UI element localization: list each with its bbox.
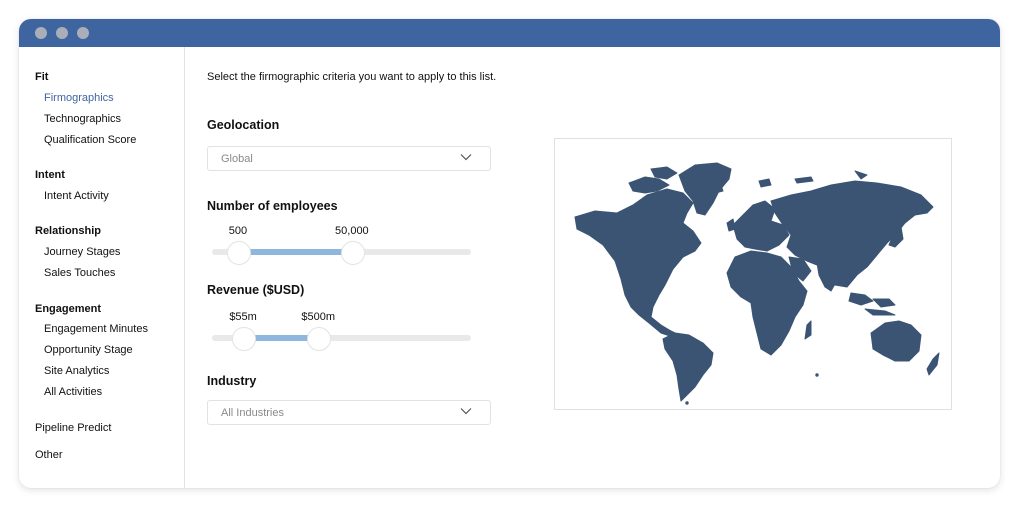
industry-select[interactable]: All Industries [207, 400, 491, 425]
world-map [574, 162, 940, 405]
app-window: Fit Firmographics Technographics Qualifi… [19, 19, 1000, 488]
geolocation-select[interactable]: Global [207, 146, 491, 171]
employees-max-label: 50,000 [335, 225, 369, 237]
title-bar [19, 19, 1000, 47]
southeast-asia-islands-shape [848, 292, 896, 316]
sidebar-item-site-analytics[interactable]: Site Analytics [44, 365, 109, 377]
sidebar-item-pipeline-predict[interactable]: Pipeline Predict [35, 422, 111, 434]
sidebar-heading-intent: Intent [35, 169, 65, 181]
sidebar-item-qualification-score[interactable]: Qualification Score [44, 134, 136, 146]
revenue-range-slider[interactable]: $55m $500m [212, 311, 471, 351]
revenue-min-label: $55m [229, 311, 257, 323]
sidebar-item-technographics[interactable]: Technographics [44, 113, 121, 125]
uk-shape [726, 218, 736, 232]
sidebar-item-sales-touches[interactable]: Sales Touches [44, 267, 115, 279]
svalbard-shape [758, 178, 772, 188]
iceland-shape [712, 184, 724, 194]
revenue-min-handle[interactable] [232, 327, 257, 351]
new-zealand-shape [926, 352, 940, 376]
australia-shape [870, 320, 922, 362]
geolocation-label: Geolocation [207, 118, 280, 132]
industry-value: All Industries [221, 407, 284, 419]
geolocation-value: Global [221, 153, 253, 165]
revenue-max-label: $500m [301, 311, 336, 323]
window-minimize-dot[interactable] [56, 27, 68, 39]
slider-selected-range [237, 249, 352, 255]
employees-min-label: 500 [228, 225, 248, 237]
north-america-shape [574, 188, 702, 338]
sidebar-heading-fit: Fit [35, 71, 49, 83]
main-panel: Select the firmographic criteria you wan… [185, 47, 1000, 488]
sidebar-item-all-activities[interactable]: All Activities [44, 386, 102, 398]
canadian-arctic-shape [628, 166, 678, 194]
window-close-dot[interactable] [35, 27, 47, 39]
employees-max-handle[interactable] [340, 241, 365, 265]
sidebar-item-engagement-minutes[interactable]: Engagement Minutes [44, 323, 148, 335]
revenue-label: Revenue ($USD) [207, 283, 305, 297]
small-island-shape [815, 373, 819, 377]
sidebar-heading-engagement: Engagement [35, 303, 102, 315]
world-map-panel [554, 138, 952, 410]
sidebar: Fit Firmographics Technographics Qualifi… [19, 47, 185, 488]
madagascar-shape [804, 320, 812, 340]
sidebar-item-opportunity-stage[interactable]: Opportunity Stage [44, 344, 133, 356]
chevron-down-icon [460, 408, 472, 415]
small-island-shape [685, 401, 689, 405]
chevron-down-icon [460, 154, 472, 161]
sidebar-heading-relationship: Relationship [35, 225, 102, 237]
industry-label: Industry [207, 374, 257, 388]
sidebar-item-journey-stages[interactable]: Journey Stages [44, 246, 120, 258]
employees-min-handle[interactable] [226, 241, 251, 265]
sidebar-item-intent-activity[interactable]: Intent Activity [44, 190, 109, 202]
employees-range-slider[interactable]: 500 50,000 [212, 225, 471, 265]
employees-label: Number of employees [207, 199, 338, 213]
south-america-shape [662, 332, 714, 402]
revenue-max-handle[interactable] [307, 327, 332, 351]
intro-text: Select the firmographic criteria you wan… [207, 71, 497, 83]
window-maximize-dot[interactable] [77, 27, 89, 39]
sidebar-item-firmographics[interactable]: Firmographics [44, 92, 114, 104]
sidebar-item-other[interactable]: Other [35, 449, 63, 461]
